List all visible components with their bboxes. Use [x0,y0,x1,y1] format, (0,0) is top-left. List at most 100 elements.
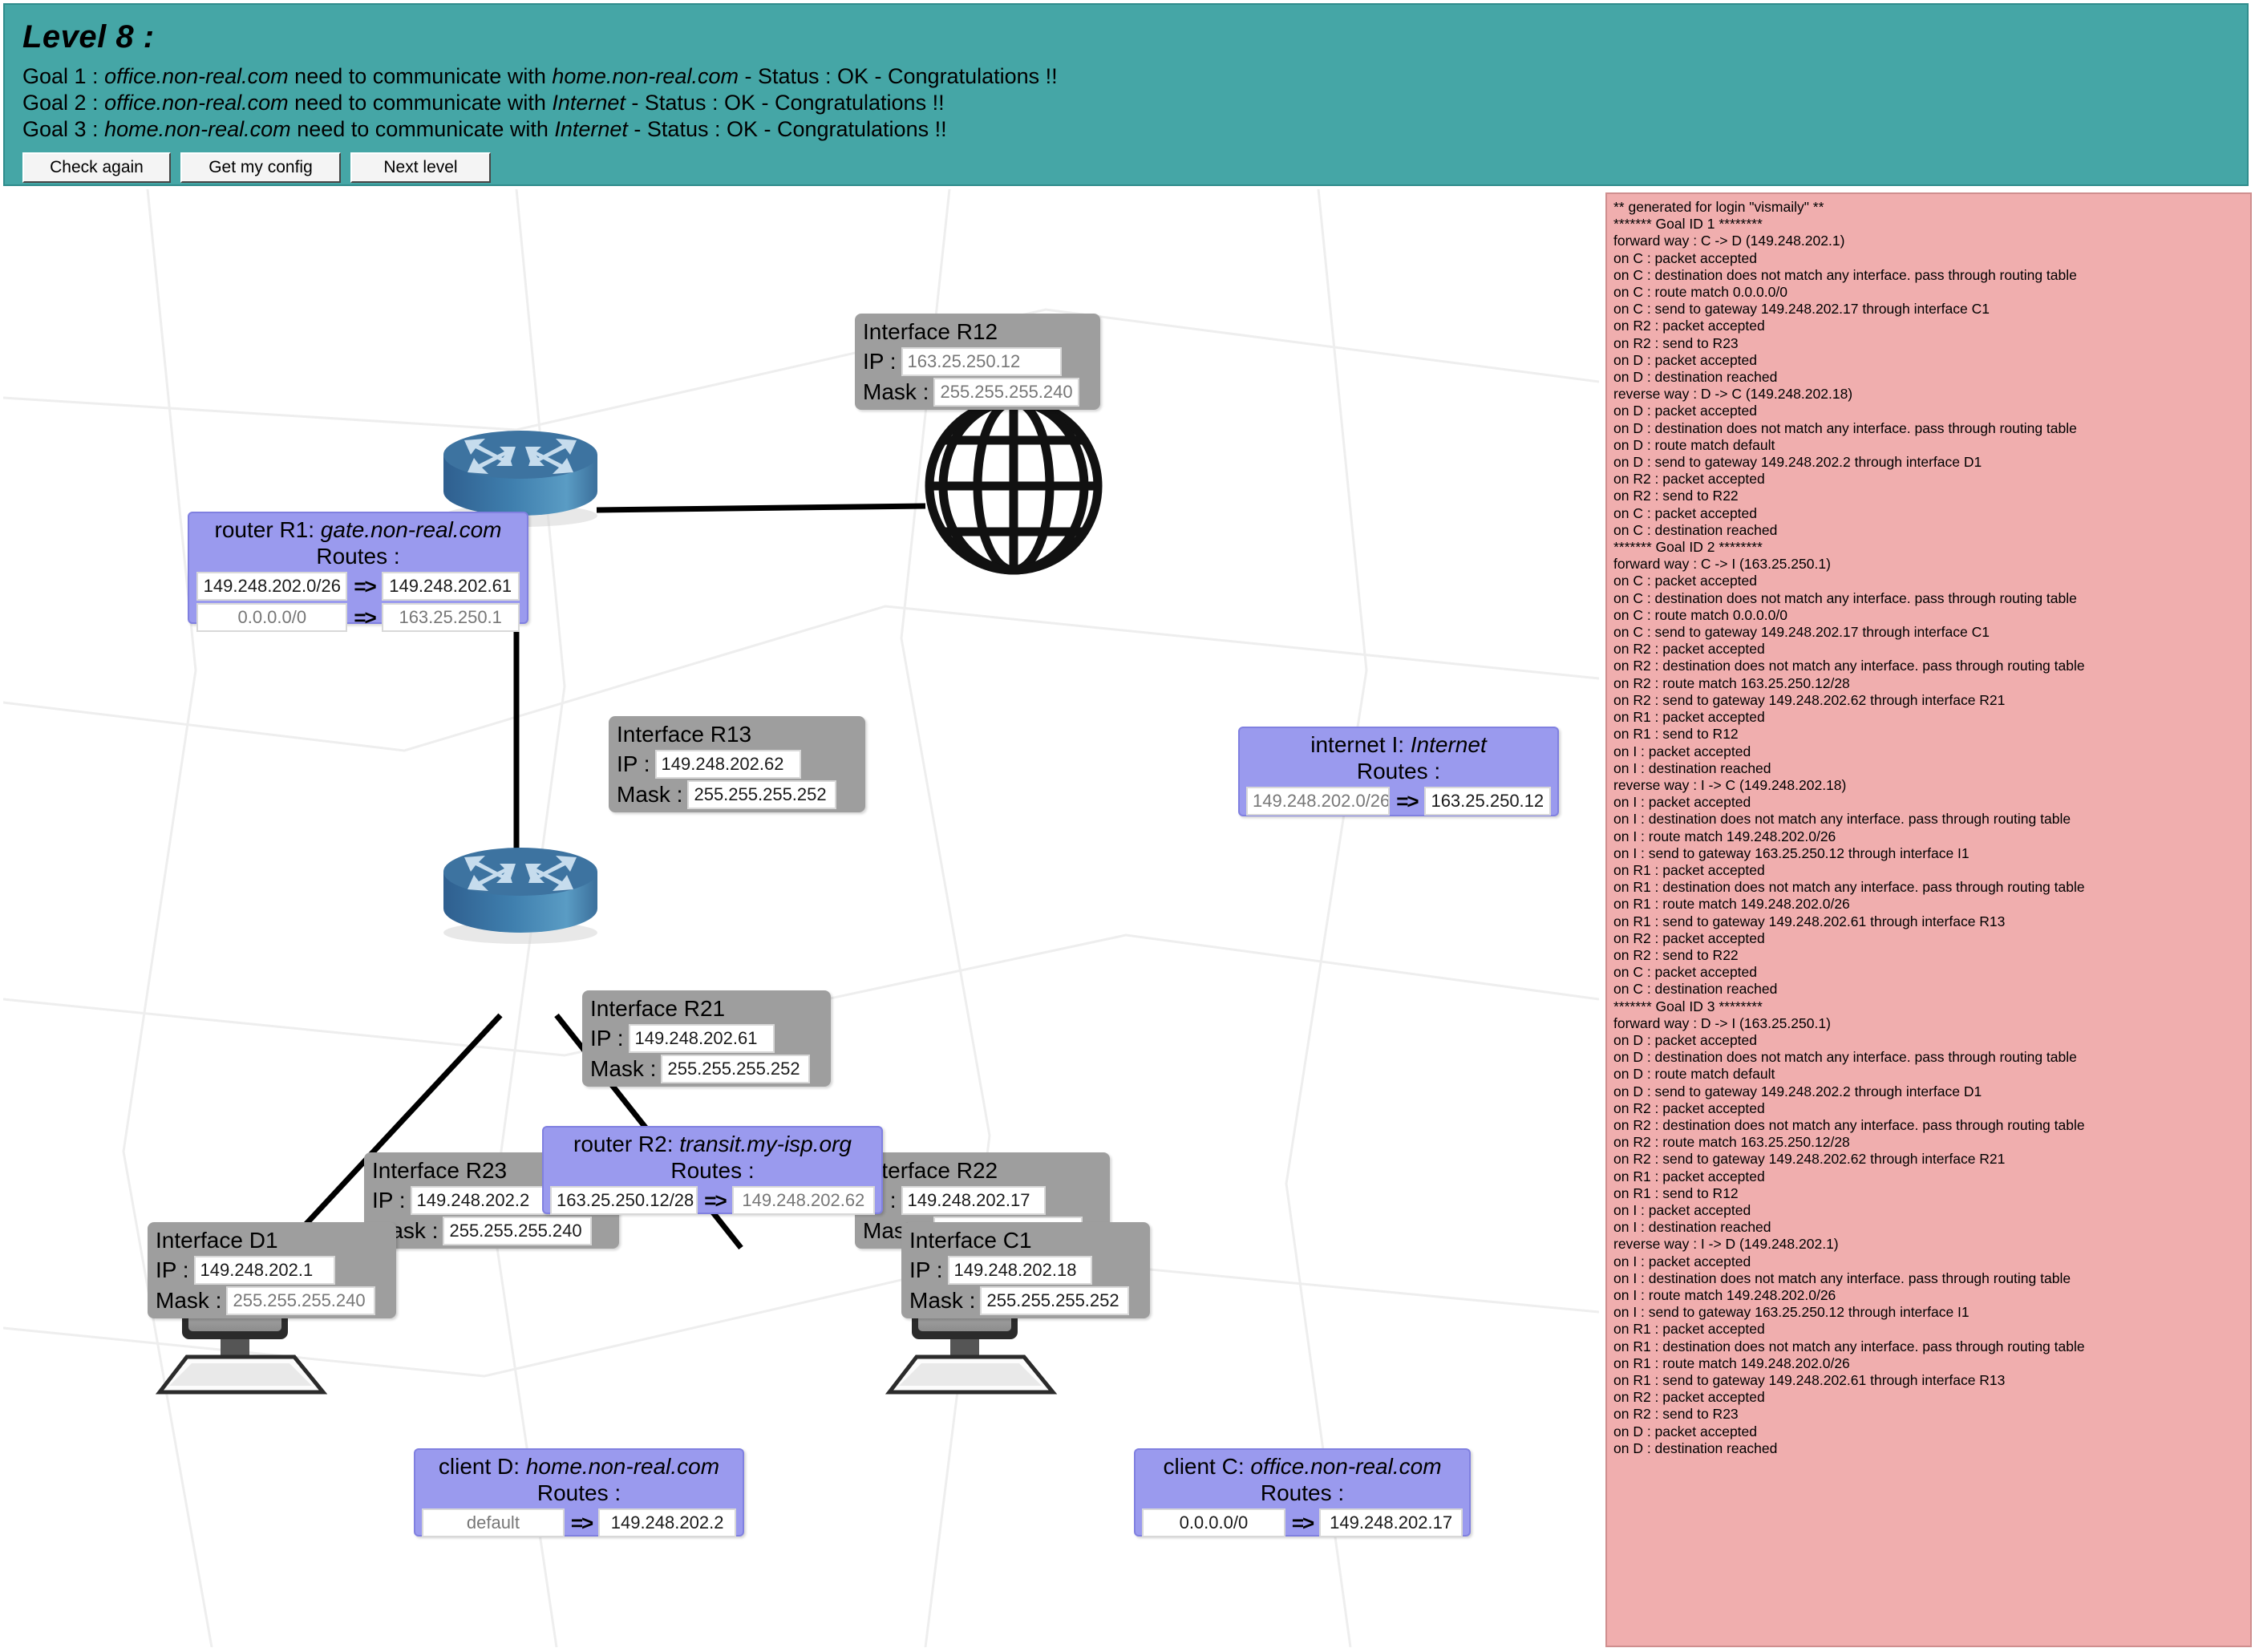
interface-r21-title: Interface R21 [590,996,726,1021]
interface-r23-ip-field[interactable]: 149.248.202.2 [410,1186,552,1215]
client-c-route-1-gateway[interactable]: 149.248.202.17 [1319,1508,1463,1537]
router-r1-route-2-gateway[interactable]: 163.25.250.1 [381,603,520,632]
router-r2-route-box: router R2: transit.my-isp.org Routes : 1… [542,1126,883,1215]
log-line: on C : packet accepted [1613,573,1757,589]
goal-line-2: Goal 2 : office.non-real.com need to com… [22,90,2229,116]
interface-r12-ip-field[interactable]: 163.25.250.12 [901,347,1062,376]
log-line: on R1 : send to gateway 149.248.202.61 t… [1613,913,2006,929]
router-r2-route-1-destination[interactable]: 163.25.250.12/28 [550,1186,698,1215]
interface-r13-title: Interface R13 [617,722,752,747]
interface-r22-ip-row: IP : 149.248.202.17 [863,1186,1102,1215]
log-line: on R2 : route match 163.25.250.12/28 [1613,1134,1850,1151]
page-title: Level 8 : [22,19,155,55]
log-line: on R2 : send to R22 [1613,946,1739,963]
client-d-route-box: client D: home.non-real.com Routes : def… [414,1448,744,1537]
internet-route-row-1: 149.248.202.0/26 => 163.25.250.12 [1246,787,1551,816]
interface-r12-mask-field[interactable]: 255.255.255.240 [933,378,1080,407]
log-line: ******* Goal ID 1 ******** [1613,216,1763,233]
log-line: on R1 : send to R12 [1613,726,1739,743]
client-d-hostname: home.non-real.com [525,1454,720,1479]
goal-1-mid: need to communicate with [288,64,553,88]
log-line: on C : destination reached [1613,981,1778,998]
log-line: on R1 : packet accepted [1613,709,1765,726]
interface-c1-mask-field[interactable]: 255.255.255.252 [980,1286,1130,1315]
router-r1-route-1-destination[interactable]: 149.248.202.0/26 [196,572,348,601]
log-line: on D : route match default [1613,436,1775,453]
client-c-route-1-destination[interactable]: 0.0.0.0/0 [1142,1508,1285,1537]
goal-3-mid: need to communicate with [290,117,555,141]
router-r1-route-1-gateway[interactable]: 149.248.202.61 [381,572,520,601]
log-line: on R1 : packet accepted [1613,1168,1765,1184]
router-r1-route-row-1: 149.248.202.0/26 => 149.248.202.61 [196,572,520,601]
log-line: on R2 : send to R22 [1613,488,1739,504]
log-line: on D : packet accepted [1613,1423,1757,1439]
log-line: on D : packet accepted [1613,403,1757,419]
interface-d1-mask-field[interactable]: 255.255.255.240 [226,1286,376,1315]
client-d-route-1-destination[interactable]: default [422,1508,565,1537]
log-line: on I : packet accepted [1613,794,1751,811]
interface-d1-mask-row: Mask : 255.255.255.240 [156,1286,388,1315]
interface-r21-mask-field[interactable]: 255.255.255.252 [661,1055,811,1083]
log-line: on I : route match 149.248.202.0/26 [1613,828,1836,844]
router-r1-route-2-destination[interactable]: 0.0.0.0/0 [196,603,348,632]
log-line: on R2 : packet accepted [1613,641,1765,658]
interface-c1-ip-field[interactable]: 149.248.202.18 [947,1256,1092,1285]
router-r2-route-row-1: 163.25.250.12/28 => 149.248.202.62 [550,1186,875,1215]
log-line: reverse way : I -> D (149.248.202.1) [1613,1236,1839,1253]
next-level-button[interactable]: Next level [350,152,491,183]
log-lines-container: ** generated for login "vismaily" ** ****… [1613,199,2244,1457]
internet-route-1-gateway[interactable]: 163.25.250.12 [1423,787,1551,816]
log-line: reverse way : I -> C (149.248.202.18) [1613,776,1847,793]
log-line: forward way : C -> I (163.25.250.1) [1613,556,1831,573]
log-line: on C : send to gateway 149.248.202.17 th… [1613,301,1990,318]
interface-r21-mask-label: Mask : [590,1056,657,1081]
header-buttons: Check again Get my config Next level [22,152,2229,183]
log-line: on C : packet accepted [1613,964,1757,981]
interface-r12-box: Interface R12 IP : 163.25.250.12 Mask : … [855,314,1100,410]
log-line: on R2 : send to gateway 149.248.202.62 t… [1613,691,2006,708]
check-again-button[interactable]: Check again [22,152,171,183]
internet-route-1-destination[interactable]: 149.248.202.0/26 [1246,787,1391,816]
interface-d1-ip-row: IP : 149.248.202.1 [156,1256,388,1285]
network-links [281,454,926,1250]
log-line: on I : destination reached [1613,1219,1771,1236]
interface-c1-ip-row: IP : 149.248.202.18 [909,1256,1142,1285]
log-line: on R1 : send to gateway 149.248.202.61 t… [1613,1372,2006,1389]
route-arrow-icon: => [1396,788,1419,813]
interface-r13-mask-label: Mask : [617,782,683,807]
internet-route-box: internet I: Internet Routes : 149.248.20… [1238,727,1559,816]
interface-r13-ip-field[interactable]: 149.248.202.62 [654,750,801,779]
log-line: on R2 : packet accepted [1613,1389,1765,1406]
log-line: reverse way : D -> C (149.248.202.18) [1613,386,1853,403]
log-line: on D : destination does not match any in… [1613,419,2077,436]
interface-r23-mask-field[interactable]: 255.255.255.240 [443,1217,593,1245]
interface-r21-ip-field[interactable]: 149.248.202.61 [628,1024,775,1053]
simulation-log-panel[interactable]: ** generated for login "vismaily" ** ****… [1605,192,2252,1647]
route-arrow-icon: => [354,573,376,598]
internet-routes-label: Routes : [1356,759,1441,783]
log-scrollbar[interactable] [2237,196,2249,1646]
router-r2-route-1-gateway[interactable]: 149.248.202.62 [731,1186,875,1215]
log-line: on R2 : packet accepted [1613,1099,1765,1116]
log-line: on D : packet accepted [1613,351,1757,368]
log-line: on D : route match default [1613,1066,1775,1083]
interface-r13-mask-field[interactable]: 255.255.255.252 [687,780,837,809]
interface-r13-ip-label: IP : [617,751,650,776]
goal-3-status: - Status : OK - Congratulations !! [627,117,947,141]
get-my-config-button[interactable]: Get my config [180,152,341,183]
goal-3-prefix: Goal 3 : [22,117,105,141]
client-d-route-1-gateway[interactable]: 149.248.202.2 [598,1508,736,1537]
log-line: on R1 : route match 149.248.202.0/26 [1613,896,1850,913]
interface-d1-ip-field[interactable]: 149.248.202.1 [193,1256,335,1285]
interface-r13-box: Interface R13 IP : 149.248.202.62 Mask :… [609,716,865,812]
interface-r12-mask-label: Mask : [863,379,929,404]
goal-2-status: - Status : OK - Congratulations !! [625,91,945,115]
router-r2-title-prefix: router R2: [573,1132,680,1156]
goal-2-prefix: Goal 2 : [22,91,105,115]
log-line: on D : destination reached [1613,1439,1778,1456]
log-line: ******* Goal ID 2 ******** [1613,539,1763,556]
route-arrow-icon: => [704,1188,727,1213]
client-c-title: client C: office.non-real.com [1142,1453,1463,1480]
router-r2-routes-label: Routes : [670,1158,755,1183]
interface-r22-ip-field[interactable]: 149.248.202.17 [901,1186,1046,1215]
